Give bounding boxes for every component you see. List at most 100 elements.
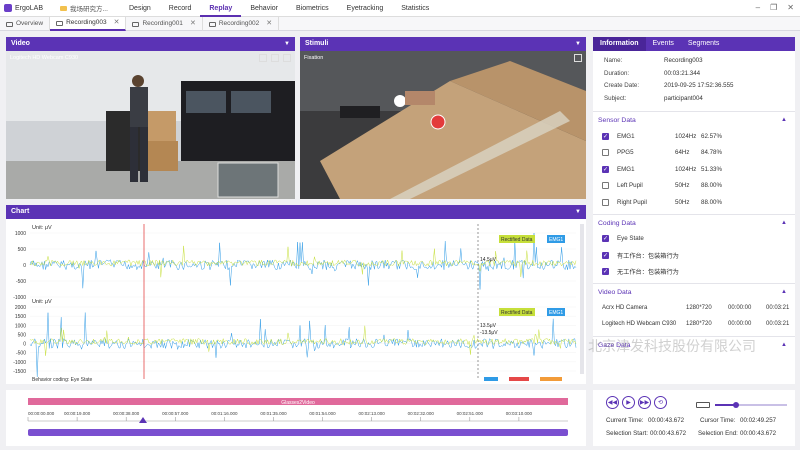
rectified-tag-top-text: Rectified Data — [501, 237, 533, 243]
video-row: Acrx HD Camera 1280*720 00:00:00 00:03:21 — [602, 305, 790, 311]
maximize-button[interactable]: ❐ — [770, 3, 777, 12]
video-row: Logitech HD Webcam C930 1280*720 00:00:00 0… — [602, 321, 790, 327]
tab-overview[interactable]: Overview — [0, 17, 51, 31]
split-view-icon[interactable] — [283, 54, 291, 62]
tab-events[interactable]: Events — [646, 37, 681, 51]
timeline-playhead — [139, 417, 147, 423]
checkbox-icon: ✓ — [602, 235, 609, 243]
document-tabs: Overview Recording003 ✕ Recording001 ✕ R… — [0, 17, 800, 31]
emg-tag-top-text: EMG1 — [549, 237, 563, 243]
tab-recording001[interactable]: Recording001 ✕ — [126, 17, 203, 31]
chevron-up-icon: ▲ — [781, 342, 787, 348]
timeline-tick-label: 00:02:51.000 — [457, 411, 484, 416]
menu-biometrics[interactable]: Biometrics — [287, 0, 338, 17]
y-tick-label: 500 — [18, 247, 27, 253]
timeline-track[interactable]: Glasses2Video 00:00:00.000 00:00:19.000 00… — [6, 390, 586, 446]
selection-end-label: Selection End: — [698, 430, 738, 437]
collapse-chevron-icon[interactable]: ▼ — [284, 37, 290, 51]
y-ticks-top: 1000 500 0 -500 -1000 — [13, 231, 576, 301]
menu-eyetracking[interactable]: Eyetracking — [338, 0, 393, 17]
chart-panel: Chart ▼ Unit: μV Unit: μV 1000 500 0 -500 -1… — [6, 205, 586, 384]
y-tick-label: 0 — [23, 263, 26, 269]
menu-statistics[interactable]: Statistics — [392, 0, 438, 17]
sensor-row[interactable]: ✓ EMG1 1024Hz 51.33% — [593, 161, 795, 178]
chart-scrollbar — [580, 224, 584, 374]
expand-icon[interactable] — [574, 54, 582, 62]
timeline-tick-label: 00:01:54.000 — [309, 411, 336, 416]
menu-design[interactable]: Design — [120, 0, 160, 17]
tab-recording003[interactable]: Recording003 ✕ — [50, 16, 127, 31]
loop-icon[interactable]: ⟲ — [654, 396, 667, 409]
camera-label: Logitech HD Webcam C930 — [10, 55, 79, 61]
project-name: 我场研究方... — [70, 6, 108, 13]
project-selector[interactable]: 我场研究方... — [60, 3, 120, 13]
timeline-tick-label: 00:00:00.000 — [28, 411, 55, 416]
recording-icon — [56, 20, 64, 26]
unit-label-bottom: Unit: μV — [32, 299, 52, 305]
coding-section-header[interactable]: Coding Data ▲ — [593, 213, 795, 231]
close-tab-icon[interactable]: ✕ — [114, 16, 120, 30]
y-tick-label: -500 — [16, 351, 26, 357]
recording-icon — [132, 21, 140, 27]
play-icon[interactable]: ▶ — [622, 396, 635, 409]
app-logo: ErgoLAB — [0, 4, 60, 12]
sensor-row[interactable]: Right Pupil 50Hz 88.00% — [593, 194, 795, 211]
forward-icon[interactable]: ▶▶ — [638, 396, 651, 409]
tab-information[interactable]: Information — [593, 37, 646, 51]
timeline-tick-label: 00:00:19.000 — [64, 411, 91, 416]
info-row-name: Name: Recording003 — [604, 57, 703, 64]
timeline-ticks: 00:00:00.000 00:00:19.000 00:00:38.000 00:0… — [27, 411, 533, 421]
y-tick-label: 500 — [18, 332, 27, 338]
menu-behavior[interactable]: Behavior — [241, 0, 287, 17]
menu-record[interactable]: Record — [160, 0, 201, 17]
volume-icon[interactable] — [696, 402, 710, 408]
timeline-panel: Glasses2Video 00:00:00.000 00:00:19.000 00… — [6, 390, 586, 446]
stimuli-player[interactable]: Fixation — [300, 51, 586, 199]
emg-tag-bottom-text: EMG1 — [549, 310, 563, 316]
info-row-duration: Duration: 00:03:21.344 — [604, 69, 701, 77]
snapshot-icon[interactable] — [259, 54, 267, 62]
tab-segments[interactable]: Segments — [681, 37, 727, 51]
video-panel-title: Video — [11, 40, 30, 47]
close-window-button[interactable]: ✕ — [787, 3, 794, 12]
checkbox-icon — [602, 198, 609, 206]
info-tabs: Information Events Segments — [593, 37, 795, 51]
video-player[interactable]: Logitech HD Webcam C930 — [6, 51, 295, 199]
tab-recording002[interactable]: Recording002 ✕ — [203, 17, 280, 31]
video-panel-header: Video ▼ — [6, 37, 295, 51]
rewind-icon[interactable]: ◀◀ — [606, 396, 619, 409]
unit-label-top: Unit: μV — [32, 225, 52, 231]
close-tab-icon[interactable]: ✕ — [266, 17, 272, 31]
app-name: ErgoLAB — [15, 4, 44, 12]
pip-icon[interactable] — [271, 54, 279, 62]
timeline-tick-label: 00:01:16.000 — [211, 411, 238, 416]
sensor-row[interactable]: PPG5 64Hz 84.78% — [593, 145, 795, 162]
tab-label: Recording002 — [218, 20, 260, 27]
tab-label: Recording001 — [142, 20, 183, 27]
tab-label: Overview — [16, 20, 44, 27]
close-tab-icon[interactable]: ✕ — [190, 17, 196, 31]
sensor-row[interactable]: Left Pupil 50Hz 88.00% — [593, 178, 795, 195]
glasses-track-label: Glasses2Video — [281, 400, 315, 406]
chevron-up-icon: ▲ — [781, 219, 787, 226]
y-tick-label: -500 — [16, 279, 26, 285]
coding-row[interactable]: ✓ Eye State — [593, 231, 795, 248]
coding-row[interactable]: ✓ 有工作台：包装箱行为 — [593, 247, 795, 264]
information-panel: Information Events Segments Name: Recordi… — [593, 37, 795, 384]
menu-replay[interactable]: Replay — [200, 0, 242, 17]
sensor-section-header[interactable]: Sensor Data ▲ — [593, 111, 795, 128]
checkbox-icon — [602, 149, 609, 157]
coding-row[interactable]: ✓ 无工作台：包装箱行为 — [593, 264, 795, 281]
checkbox-icon — [602, 182, 609, 190]
selection-end-value: 00:00:43.672 — [740, 430, 777, 437]
collapse-chevron-icon[interactable]: ▼ — [575, 37, 581, 51]
checkbox-icon: ✓ — [602, 165, 609, 173]
collapse-chevron-icon[interactable]: ▼ — [575, 205, 581, 219]
info-row-subject: Subject: participant004 — [604, 94, 703, 102]
minimize-button[interactable]: – — [756, 3, 760, 12]
chart-area[interactable]: Unit: μV Unit: μV 1000 500 0 -500 -1000 2000… — [6, 219, 586, 384]
video-section-header[interactable]: Video Data ▲ — [593, 283, 795, 300]
volume-slider[interactable] — [715, 402, 787, 408]
sensor-row[interactable]: ✓ EMG1 1024Hz 62.57% — [593, 128, 795, 145]
stimuli-frame — [300, 51, 586, 199]
